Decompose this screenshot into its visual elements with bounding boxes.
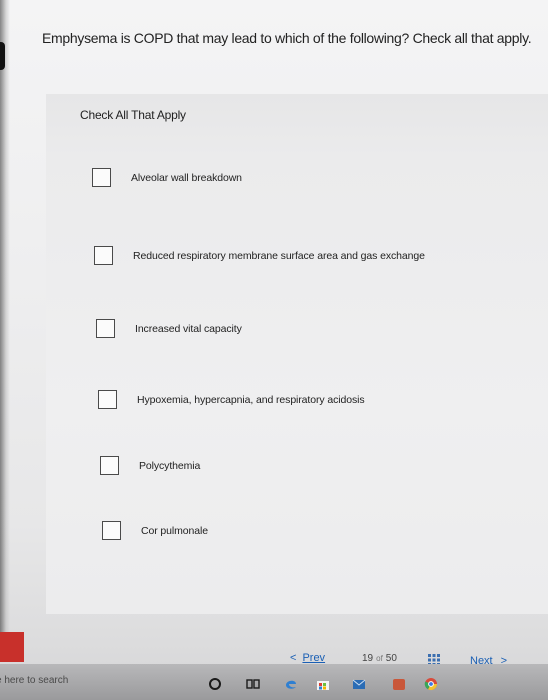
option-label: Alveolar wall breakdown (131, 171, 242, 184)
cortana-icon[interactable] (208, 677, 222, 691)
option-label: Hypoxemia, hypercapnia, and respiratory … (137, 393, 365, 406)
option-label: Polycythemia (139, 459, 201, 472)
store-icon[interactable] (316, 677, 330, 691)
app-tile[interactable] (0, 632, 24, 662)
app-icon[interactable] (392, 677, 406, 691)
option-row[interactable]: Increased vital capacity (96, 319, 242, 338)
taskbar-search[interactable]: e here to search (0, 675, 68, 686)
option-row[interactable]: Alveolar wall breakdown (92, 168, 242, 187)
option-row[interactable]: Cor pulmonale (102, 521, 208, 540)
checkbox[interactable] (102, 521, 121, 540)
of-label: of (376, 654, 383, 663)
panel-header: Check All That Apply (80, 108, 186, 122)
window-edge (0, 0, 10, 650)
option-label: Cor pulmonale (141, 524, 208, 537)
page-counter: 19 of 50 (362, 653, 397, 664)
question-text: Emphysema is COPD that may lead to which… (42, 30, 532, 46)
checkbox[interactable] (94, 246, 113, 265)
taskbar: e here to search (0, 664, 548, 700)
screen: Emphysema is COPD that may lead to which… (0, 0, 548, 700)
chrome-icon[interactable] (424, 677, 438, 691)
option-label: Reduced respiratory membrane surface are… (133, 249, 425, 262)
current-page: 19 (362, 653, 374, 664)
checkbox[interactable] (92, 168, 111, 187)
edge-tab (0, 42, 5, 70)
chevron-left-icon: < (290, 652, 297, 664)
option-label: Increased vital capacity (135, 322, 242, 335)
prev-button[interactable]: < Prev (290, 652, 325, 664)
option-row[interactable]: Reduced respiratory membrane surface are… (94, 246, 425, 265)
option-row[interactable]: Hypoxemia, hypercapnia, and respiratory … (98, 390, 365, 409)
edge-icon[interactable] (284, 677, 298, 691)
option-row[interactable]: Polycythemia (100, 456, 200, 475)
task-view-icon[interactable] (246, 677, 260, 691)
total-pages: 50 (385, 653, 397, 664)
checkbox[interactable] (100, 456, 119, 475)
checkbox[interactable] (96, 319, 115, 338)
answer-panel: Check All That Apply Alveolar wall break… (46, 94, 548, 614)
checkbox[interactable] (98, 390, 117, 409)
prev-label: Prev (302, 652, 326, 664)
mail-icon[interactable] (352, 677, 366, 691)
